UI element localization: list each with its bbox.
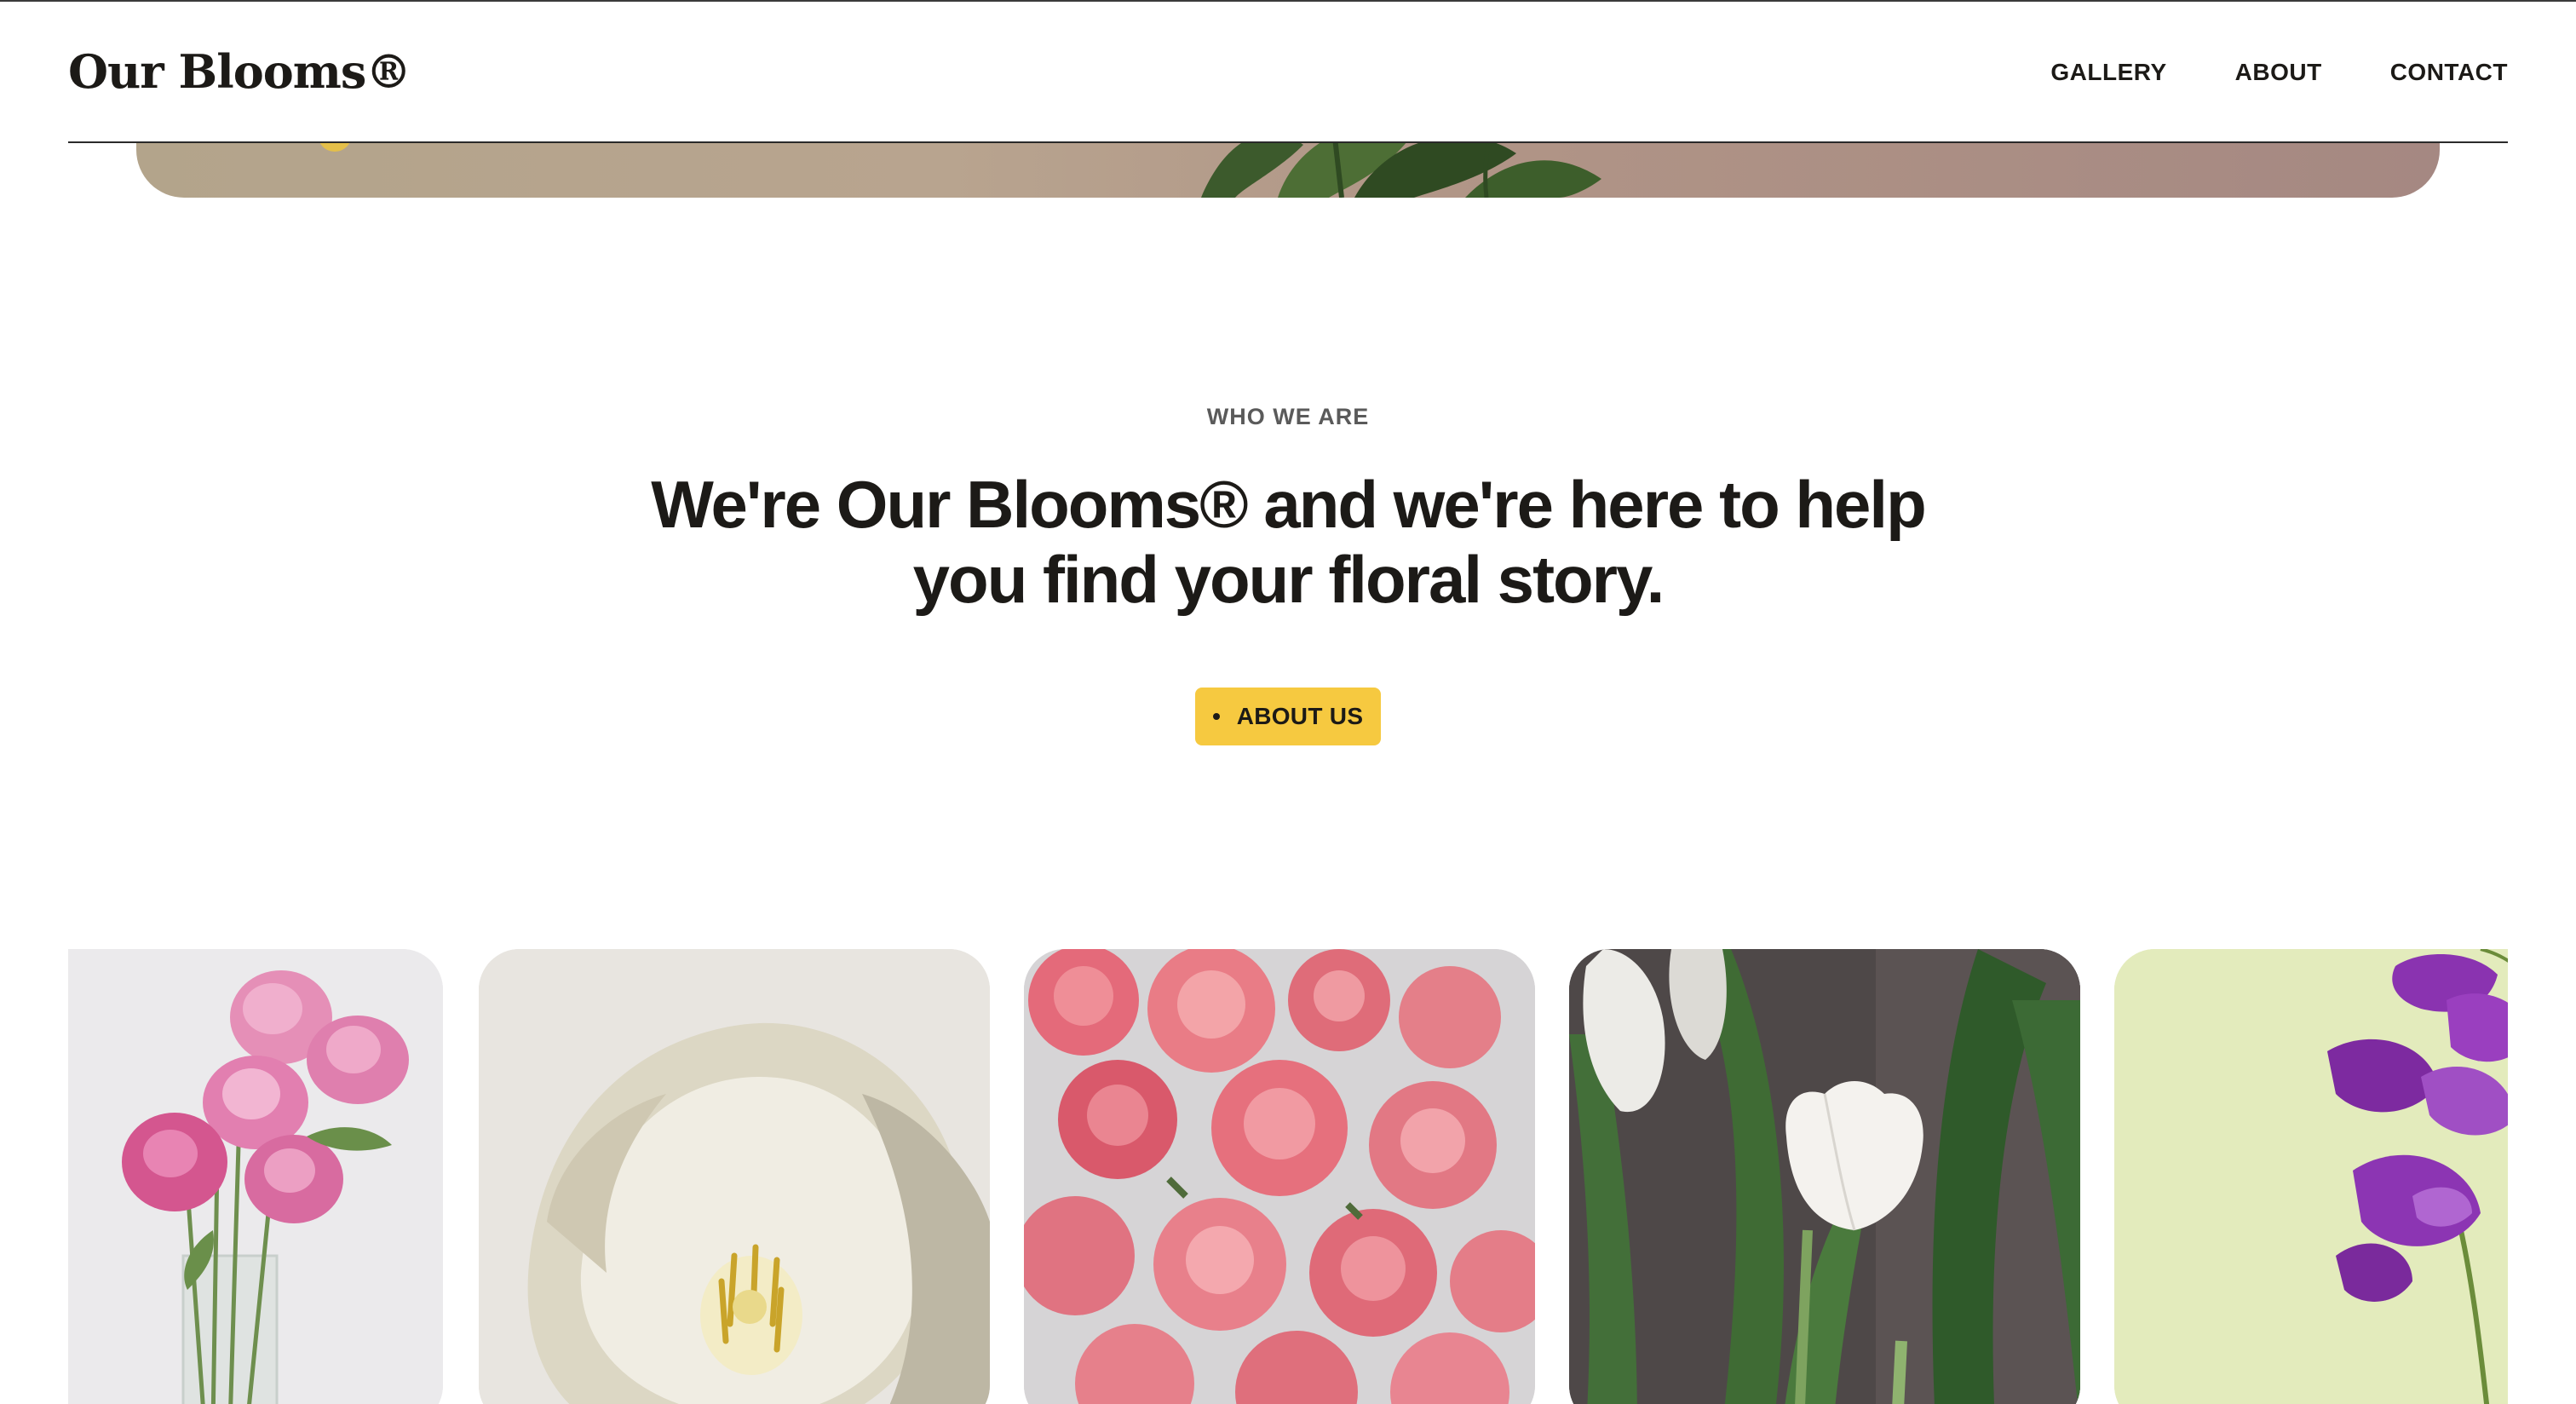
nav-gallery-link[interactable]: GALLERY [2050,59,2166,86]
white-tulip-image [479,949,990,1404]
headline-line-2: you find your floral story. [912,542,1665,617]
white-tulips-image [1569,949,2080,1404]
gallery-card-sweet-peas[interactable] [2114,949,2508,1404]
gallery-card-white-tulip[interactable] [479,949,990,1404]
gallery-card-peonies[interactable] [68,949,443,1404]
page: Our Blooms® GALLERY ABOUT CONTACT WHO WE… [0,0,2576,1404]
nav-contact-link[interactable]: CONTACT [2390,59,2508,86]
site-logo[interactable]: Our Blooms® [68,41,411,102]
site-header: Our Blooms® GALLERY ABOUT CONTACT [68,2,2508,143]
nav-about-link[interactable]: ABOUT [2235,59,2322,86]
roses-image [1024,949,1535,1404]
about-us-button-label: ABOUT US [1236,703,1364,729]
sweet-peas-image [2114,949,2508,1404]
section-eyebrow: WHO WE ARE [1206,404,1370,429]
gallery-card-white-tulips[interactable] [1569,949,2080,1404]
section-headline: We're Our Blooms® and we're here to help… [521,467,2055,617]
peonies-image [68,949,443,1404]
gallery-card-roses[interactable] [1024,949,1535,1404]
about-us-button[interactable]: ABOUT US [1195,688,1381,745]
headline-line-1: We're Our Blooms® and we're here to help [651,467,1926,542]
bullet-dot-icon [1212,713,1220,720]
main-nav: GALLERY ABOUT CONTACT [2050,55,2508,90]
flower-gallery [68,949,2508,1404]
